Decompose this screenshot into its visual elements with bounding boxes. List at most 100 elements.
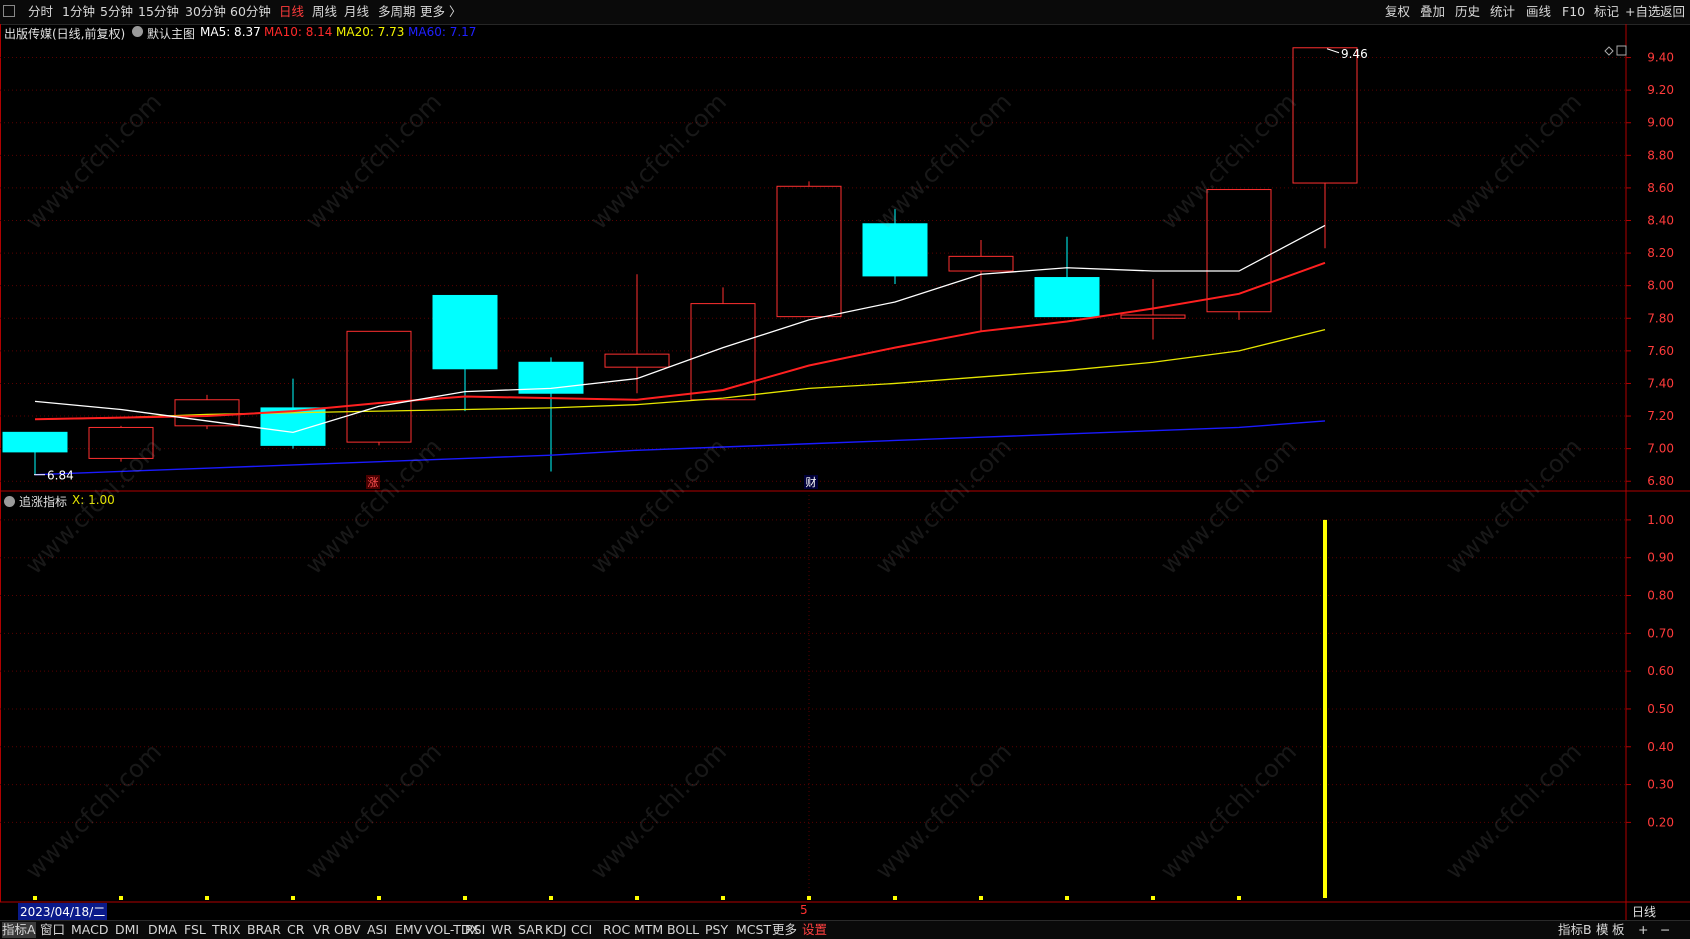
window-menu-icon[interactable] xyxy=(3,5,15,17)
y-tick-label: 7.80 xyxy=(1647,311,1674,325)
stock-title: 出版传媒(日线,前复权) xyxy=(4,27,126,41)
action-button-5[interactable]: F10 xyxy=(1562,3,1585,21)
indicator-dot xyxy=(1237,896,1241,900)
date-label: 2023/04/18/二 xyxy=(18,903,108,920)
indicator-tab-7[interactable]: BRAR xyxy=(247,922,281,938)
template-control-1[interactable]: 模 xyxy=(1596,922,1609,938)
indicator-tab-11[interactable]: ASI xyxy=(367,922,387,938)
indicator-tab-6[interactable]: TRIX xyxy=(212,922,241,938)
period-tab-5[interactable]: 60分钟 xyxy=(230,3,271,21)
indicator-tab-24[interactable]: 更多 xyxy=(772,922,797,938)
template-control-0[interactable]: 指标B xyxy=(1558,922,1592,938)
candle-body xyxy=(1292,47,1358,184)
y-tick-label: 9.40 xyxy=(1647,51,1674,65)
event-marker: 财 xyxy=(806,475,817,489)
indicator-dot xyxy=(463,896,467,900)
ma10-line xyxy=(34,261,1326,421)
candle-body xyxy=(2,431,68,453)
period-tab-7[interactable]: 周线 xyxy=(312,3,337,21)
indicator-tab-20[interactable]: MTM xyxy=(634,922,663,938)
indicator-tab-5[interactable]: FSL xyxy=(184,922,206,938)
action-button-2[interactable]: 历史 xyxy=(1455,3,1480,21)
indicator-tab-19[interactable]: ROC xyxy=(603,922,630,938)
ma60-line xyxy=(34,420,1326,476)
ma-label-3: MA60: 7.17 xyxy=(408,25,477,39)
sub-y-tick-label: 0.30 xyxy=(1647,778,1674,792)
indicator-tab-4[interactable]: DMA xyxy=(148,922,177,938)
indicator-dot xyxy=(33,896,37,900)
indicator-tab-18[interactable]: CCI xyxy=(571,922,592,938)
indicator-tab-12[interactable]: EMV xyxy=(395,922,422,938)
indicator-dot xyxy=(291,896,295,900)
indicator-tab-22[interactable]: PSY xyxy=(705,922,728,938)
candle-body xyxy=(1034,277,1100,318)
candle-body xyxy=(948,255,1014,272)
period-tab-8[interactable]: 月线 xyxy=(344,3,369,21)
indicator-tab-14[interactable]: RSI xyxy=(465,922,485,938)
indicator-dot xyxy=(807,896,811,900)
indicator-dot xyxy=(205,896,209,900)
ma-label-0: MA5: 8.37 xyxy=(200,25,261,39)
event-marker: 涨 xyxy=(368,476,379,489)
panel-toggle-icon xyxy=(1616,45,1627,56)
template-control-3[interactable]: + xyxy=(1638,922,1648,938)
indicator-tab-23[interactable]: MCST xyxy=(736,922,771,938)
diamond-icon xyxy=(1604,46,1614,56)
action-button-8[interactable]: 返回 xyxy=(1660,3,1685,21)
period-tab-9[interactable]: 多周期 xyxy=(378,3,416,21)
collapse-icon[interactable] xyxy=(4,496,15,507)
period-tab-4[interactable]: 30分钟 xyxy=(185,3,226,21)
y-tick-label: 7.40 xyxy=(1647,376,1674,390)
action-button-0[interactable]: 复权 xyxy=(1385,3,1410,21)
action-button-4[interactable]: 画线 xyxy=(1526,3,1551,21)
candle-body xyxy=(88,426,154,459)
indicator-dot xyxy=(893,896,897,900)
period-tab-10[interactable]: 更多 〉 xyxy=(420,3,461,21)
indicator-dot xyxy=(119,896,123,900)
period-tab-0[interactable]: 分时 xyxy=(28,3,53,21)
indicator-dot xyxy=(635,896,639,900)
indicator-tab-3[interactable]: DMI xyxy=(115,922,139,938)
candle-body xyxy=(862,223,928,277)
ma-label-2: MA20: 7.73 xyxy=(336,25,405,39)
indicator-tab-2[interactable]: MACD xyxy=(71,922,108,938)
ma20-line xyxy=(34,329,1326,420)
indicator-tab-15[interactable]: WR xyxy=(491,922,512,938)
high-price-label: 9.46 xyxy=(1341,47,1368,61)
sub-indicator-name[interactable]: 追涨指标 xyxy=(19,493,67,510)
template-control-4[interactable]: − xyxy=(1660,922,1670,938)
indicator-dot xyxy=(979,896,983,900)
period-tab-3[interactable]: 15分钟 xyxy=(138,3,179,21)
indicator-dot xyxy=(377,896,381,900)
main-indicator-name[interactable]: 默认主图 xyxy=(147,25,195,42)
indicator-tab-21[interactable]: BOLL xyxy=(667,922,699,938)
action-button-7[interactable]: +自选 xyxy=(1625,3,1660,21)
period-tab-2[interactable]: 5分钟 xyxy=(100,3,133,21)
indicator-tab-9[interactable]: VR xyxy=(313,922,330,938)
candle-body xyxy=(346,330,412,443)
settings-circle-icon[interactable] xyxy=(132,26,143,37)
period-toolbar: 分时 1分钟 5分钟 15分钟 30分钟 60分钟 日线 周线 月线 多周期 更多 〉 复权 叠加 历史统… xyxy=(0,0,1690,25)
sub-indicator-value: X: 1.00 xyxy=(72,493,115,507)
action-button-3[interactable]: 统计 xyxy=(1490,3,1515,21)
sub-y-tick-label: 0.50 xyxy=(1647,702,1674,716)
template-control-2[interactable]: 板 xyxy=(1612,922,1625,938)
candle-body xyxy=(604,353,670,368)
kline-chart[interactable]: 9.40 9.20 9.00 8.80 8.60 8.40 8.20 8.00 7.80 7.60… xyxy=(0,24,1690,920)
indicator-tab-17[interactable]: KDJ xyxy=(545,922,567,938)
y-tick-label: 8.40 xyxy=(1647,214,1674,228)
sub-y-tick-label: 0.80 xyxy=(1647,589,1674,603)
period-tab-1[interactable]: 1分钟 xyxy=(62,3,95,21)
y-tick-label: 7.20 xyxy=(1647,409,1674,423)
period-tab-6[interactable]: 日线 xyxy=(279,3,304,21)
indicator-tab-25[interactable]: 设置 xyxy=(802,922,827,938)
indicator-tab-1[interactable]: 窗口 xyxy=(40,922,65,938)
indicator-dot xyxy=(1065,896,1069,900)
action-button-6[interactable]: 标记 xyxy=(1594,3,1619,21)
action-button-1[interactable]: 叠加 xyxy=(1420,3,1445,21)
indicator-tab-10[interactable]: OBV xyxy=(334,922,361,938)
indicator-bar xyxy=(1323,519,1327,898)
indicator-tab-16[interactable]: SAR xyxy=(518,922,543,938)
indicator-tab-0[interactable]: 指标A xyxy=(2,922,36,938)
indicator-tab-8[interactable]: CR xyxy=(287,922,304,938)
